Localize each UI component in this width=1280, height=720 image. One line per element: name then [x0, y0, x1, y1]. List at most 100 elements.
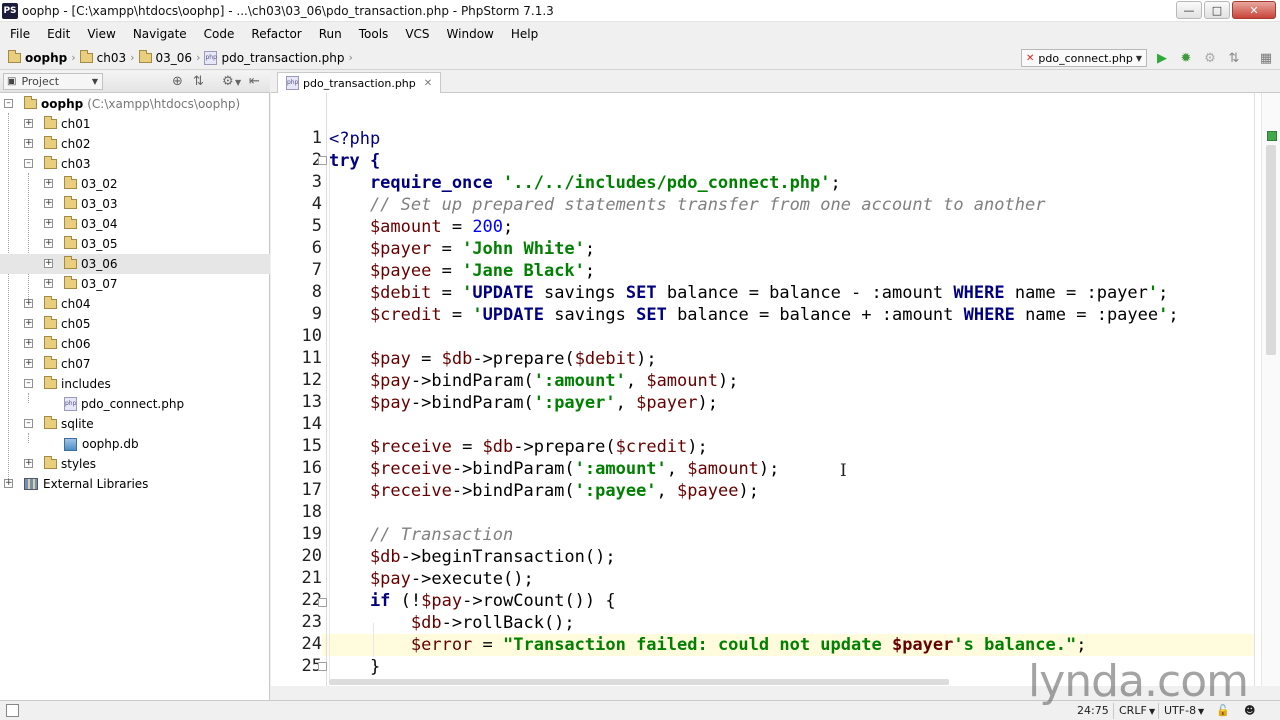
menu-bar: File Edit View Navigate Code Refactor Ru…	[0, 23, 1280, 45]
debug-icon[interactable]: ✹	[1178, 50, 1194, 66]
menu-code[interactable]: Code	[194, 27, 242, 41]
close-button[interactable]: ✕	[1232, 1, 1276, 19]
code-editor[interactable]: 1 2 3 4 5 6 7 8 9 10 11 12 13 14 15 16 1…	[271, 93, 1280, 686]
navigation-bar: oophp › ch03 › 03_06 › php pdo_transacti…	[0, 46, 1280, 70]
vertical-scrollbar[interactable]	[1261, 93, 1280, 686]
menu-file[interactable]: File	[0, 27, 37, 41]
tree-item-03-02[interactable]: + 03_02	[0, 174, 270, 194]
database-file-icon	[64, 437, 77, 451]
tree-item-ch03[interactable]: – ch03	[0, 154, 270, 174]
code-text-area[interactable]: <?php try { require_once '../../includes…	[329, 93, 1255, 686]
tree-item-03-06[interactable]: + 03_06	[0, 254, 270, 274]
fold-collapse-icon[interactable]	[318, 598, 327, 607]
expand-icon[interactable]: +	[44, 179, 53, 188]
gear-icon[interactable]: ⚙	[222, 74, 234, 89]
tree-item-oophp[interactable]: – oophp (C:\xampp\htdocs\oophp)	[0, 94, 270, 114]
menu-navigate[interactable]: Navigate	[123, 27, 194, 41]
update-icon[interactable]: ⇅	[1226, 50, 1242, 66]
expand-icon[interactable]: +	[44, 219, 53, 228]
breadcrumb-03-06[interactable]: 03_06	[138, 49, 193, 65]
tab-pdo-transaction[interactable]: php pdo_transaction.php ✕	[277, 72, 442, 93]
menu-view[interactable]: View	[77, 27, 122, 41]
expand-icon[interactable]: +	[24, 459, 33, 468]
menu-help[interactable]: Help	[501, 27, 545, 41]
tree-item-ch07[interactable]: + ch07	[0, 354, 270, 374]
expand-icon[interactable]: +	[24, 359, 33, 368]
menu-run[interactable]: Run	[309, 27, 349, 41]
expand-icon[interactable]: +	[24, 119, 33, 128]
menu-vcs[interactable]: VCS	[395, 27, 436, 41]
collapse-icon[interactable]: –	[24, 419, 33, 428]
breadcrumb-ch03[interactable]: ch03	[79, 49, 126, 65]
menu-tools[interactable]: Tools	[349, 27, 396, 41]
project-view-select[interactable]: ▣ Project ▼	[3, 73, 103, 90]
run-configuration-select[interactable]: ✕ pdo_connect.php ▼	[1021, 49, 1147, 67]
scroll-from-source-icon[interactable]: ⊕	[172, 74, 183, 89]
breadcrumb-oophp[interactable]: oophp	[8, 49, 67, 65]
expand-icon[interactable]: +	[24, 139, 33, 148]
collapse-icon[interactable]: –	[4, 99, 13, 108]
project-view-icon: ▣	[7, 76, 17, 87]
tree-item-ch04[interactable]: + ch04	[0, 294, 270, 314]
tree-item-03-05[interactable]: + 03_05	[0, 234, 270, 254]
tree-item-03-07[interactable]: + 03_07	[0, 274, 270, 294]
tree-item-label: sqlite	[61, 417, 94, 431]
fold-collapse-icon[interactable]	[318, 156, 327, 165]
tree-item-label: 03_04	[81, 217, 118, 231]
chevron-right-icon: ›	[196, 51, 201, 64]
expand-icon[interactable]: +	[44, 279, 53, 288]
menu-edit[interactable]: Edit	[37, 27, 77, 41]
expand-icon[interactable]: +	[44, 239, 53, 248]
code-line: if (!$pay->rowCount()) {	[329, 591, 616, 611]
project-view-label: Project	[21, 75, 60, 88]
breadcrumb-label: 03_06	[155, 50, 193, 65]
expand-icon[interactable]: +	[24, 299, 33, 308]
scrollbar-thumb[interactable]	[1266, 145, 1276, 355]
project-panel-header: ▣ Project ▼ ⊕ ⇅ ⚙ ▼ ⇤	[0, 71, 270, 93]
tree-item-pdo-connect[interactable]: php pdo_connect.php	[0, 394, 270, 414]
tree-item-label: 03_07	[81, 277, 118, 291]
expand-icon[interactable]: +	[44, 199, 53, 208]
tree-item-sqlite[interactable]: – sqlite	[0, 414, 270, 434]
tree-item-includes[interactable]: – includes	[0, 374, 270, 394]
menu-refactor[interactable]: Refactor	[241, 27, 308, 41]
folder-icon	[44, 296, 57, 309]
tree-item-oophp-db[interactable]: oophp.db	[0, 434, 270, 454]
tree-item-ch06[interactable]: + ch06	[0, 334, 270, 354]
expand-icon[interactable]: +	[24, 319, 33, 328]
folder-icon	[64, 196, 77, 209]
tree-item-ch01[interactable]: + ch01	[0, 114, 270, 134]
run-icon[interactable]: ▶	[1154, 50, 1170, 66]
maximize-button[interactable]: □	[1204, 1, 1230, 19]
collapse-icon[interactable]: –	[24, 379, 33, 388]
settings-icon[interactable]: ▦	[1258, 50, 1274, 66]
tool-windows-icon[interactable]	[6, 704, 19, 717]
fold-end-icon[interactable]	[318, 662, 327, 671]
tree-item-styles[interactable]: + styles	[0, 454, 270, 474]
tree-item-label: ch01	[61, 117, 91, 131]
horizontal-scrollbar[interactable]	[329, 678, 949, 686]
minimize-button[interactable]: —	[1176, 1, 1202, 19]
expand-icon[interactable]: +	[24, 339, 33, 348]
folder-icon	[44, 136, 57, 149]
collapse-all-icon[interactable]: ⇅	[193, 74, 204, 89]
chevron-down-icon[interactable]: ▼	[235, 78, 241, 87]
chevron-right-icon: ›	[130, 51, 135, 64]
tree-item-external-libraries[interactable]: + External Libraries	[0, 474, 270, 494]
expand-icon[interactable]: +	[44, 259, 53, 268]
menu-window[interactable]: Window	[437, 27, 501, 41]
close-tab-icon[interactable]: ✕	[424, 78, 432, 89]
chevron-down-icon: ▼	[91, 77, 98, 86]
tree-item-label: 03_06	[81, 257, 118, 271]
tree-item-label: External Libraries	[43, 477, 149, 491]
collapse-icon[interactable]: –	[24, 159, 33, 168]
tree-item-ch05[interactable]: + ch05	[0, 314, 270, 334]
tree-item-ch02[interactable]: + ch02	[0, 134, 270, 154]
hide-panel-icon[interactable]: ⇤	[249, 74, 260, 89]
tree-item-03-04[interactable]: + 03_04	[0, 214, 270, 234]
expand-icon[interactable]: +	[4, 479, 13, 488]
tree-item-03-03[interactable]: + 03_03	[0, 194, 270, 214]
chevron-down-icon: ▼	[1135, 53, 1142, 63]
breadcrumb-file[interactable]: php pdo_transaction.php	[204, 50, 345, 65]
listen-debug-icon[interactable]: ⚙	[1202, 50, 1218, 66]
